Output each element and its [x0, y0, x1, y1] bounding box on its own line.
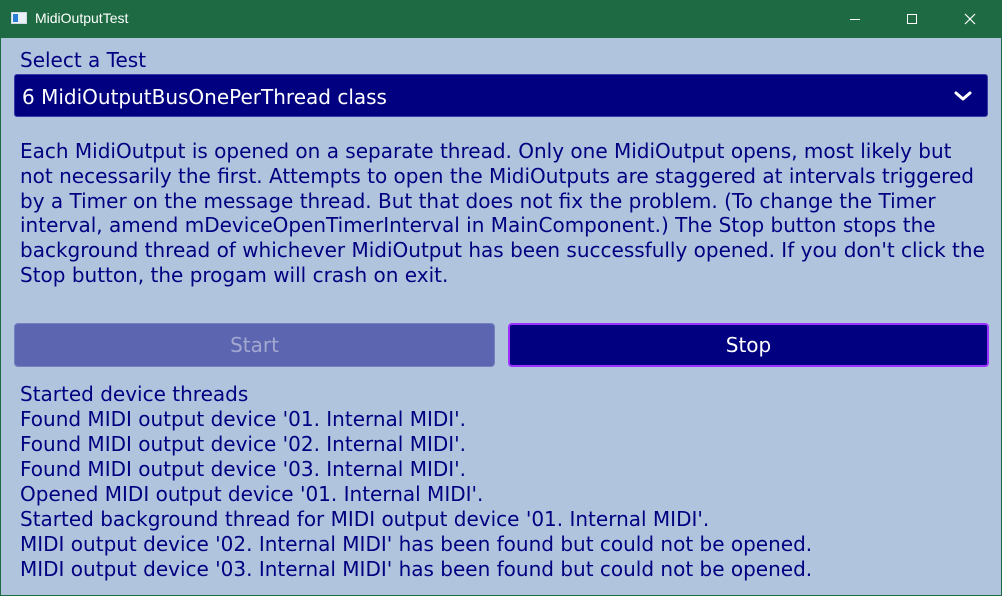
maximize-icon	[907, 14, 917, 24]
maximize-button[interactable]	[883, 0, 941, 38]
test-selector-combobox[interactable]: 6 MidiOutputBusOnePerThread class	[14, 74, 988, 117]
stop-button[interactable]: Stop	[508, 323, 989, 367]
app-icon	[11, 12, 27, 24]
log-line: MIDI output device '03. Internal MIDI' h…	[20, 557, 813, 581]
client-area: Select a Test 6 MidiOutputBusOnePerThrea…	[1, 38, 1001, 595]
log-line: Found MIDI output device '03. Internal M…	[20, 457, 467, 481]
test-selector-value: 6 MidiOutputBusOnePerThread class	[22, 85, 387, 109]
test-selector-label: Select a Test	[20, 48, 147, 72]
minimize-icon	[850, 19, 860, 20]
log-line: Opened MIDI output device '01. Internal …	[20, 482, 484, 506]
title-bar[interactable]: MidiOutputTest	[0, 0, 1002, 38]
close-button[interactable]	[941, 0, 999, 38]
app-window: MidiOutputTest Select a Test 6 MidiOutpu…	[0, 0, 1002, 596]
close-icon	[964, 13, 976, 25]
minimize-button[interactable]	[826, 0, 884, 38]
test-description: Each MidiOutput is opened on a separate …	[20, 139, 985, 287]
log-output: Started device threads Found MIDI output…	[20, 382, 990, 582]
chevron-down-icon	[954, 91, 972, 101]
start-button[interactable]: Start	[14, 323, 495, 367]
stop-button-label: Stop	[725, 333, 772, 357]
start-button-label: Start	[230, 333, 279, 357]
log-line: MIDI output device '02. Internal MIDI' h…	[20, 532, 813, 556]
log-line: Found MIDI output device '01. Internal M…	[20, 407, 467, 431]
log-line: Started background thread for MIDI outpu…	[20, 507, 710, 531]
log-line: Found MIDI output device '02. Internal M…	[20, 432, 467, 456]
log-line: Started device threads	[20, 382, 249, 406]
window-title: MidiOutputTest	[35, 10, 129, 26]
